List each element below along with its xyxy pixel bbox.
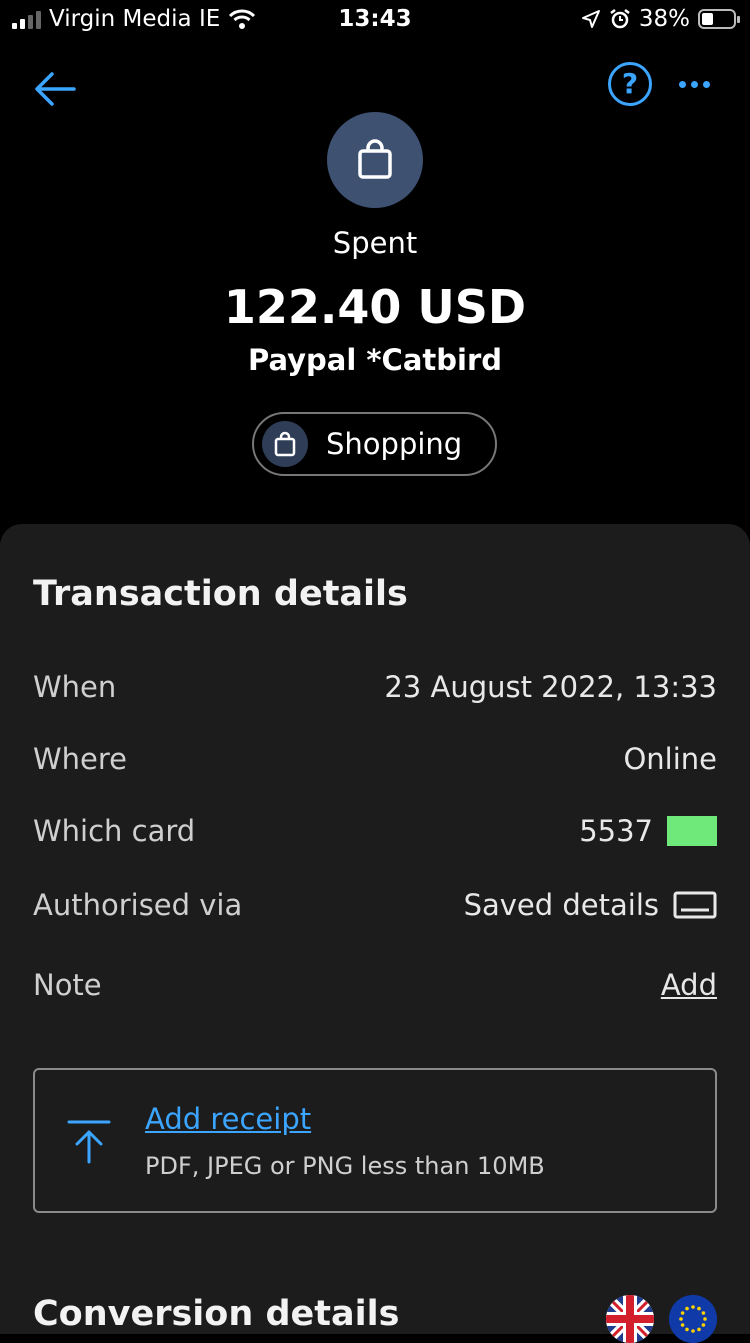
battery-fill [702, 13, 713, 25]
back-arrow-icon[interactable] [30, 64, 80, 114]
shopping-bag-icon [274, 431, 296, 457]
detail-row-when: When 23 August 2022, 13:33 [33, 662, 717, 712]
add-note-link[interactable]: Add [661, 968, 717, 1002]
category-chip[interactable]: Shopping [252, 412, 497, 476]
section-title-conversion-details: Conversion details [33, 1294, 400, 1334]
category-icon [262, 421, 308, 467]
status-right: 38% [581, 6, 740, 32]
eu-flag-icon [669, 1295, 717, 1343]
add-receipt-box[interactable]: Add receipt PDF, JPEG or PNG less than 1… [33, 1068, 717, 1213]
battery-icon [698, 9, 740, 29]
authorised-value: Saved details [463, 888, 659, 922]
upload-icon [67, 1120, 111, 1164]
uk-flag-icon [606, 1295, 654, 1343]
merchant-avatar [327, 112, 423, 208]
card-value-group: 5537 [579, 814, 717, 848]
merchant-name: Paypal *Catbird [247, 343, 503, 377]
more-options-button[interactable] [672, 62, 716, 106]
authorised-label: Authorised via [33, 888, 243, 922]
status-left: Virgin Media IE [12, 6, 256, 32]
when-label: When [33, 670, 117, 704]
carrier-label: Virgin Media IE [49, 6, 221, 32]
detail-row-authorised: Authorised via Saved details [33, 880, 717, 930]
when-value: 23 August 2022, 13:33 [384, 670, 717, 704]
note-label: Note [33, 968, 102, 1002]
help-icon: ? [621, 67, 639, 100]
add-receipt-link[interactable]: Add receipt [145, 1102, 311, 1136]
battery-percent: 38% [638, 6, 690, 32]
category-label: Shopping [326, 427, 463, 461]
details-panel: Transaction details When 23 August 2022,… [0, 524, 750, 1343]
transaction-type-label: Spent [332, 226, 418, 260]
top-nav: ? [0, 58, 750, 118]
status-bar: Virgin Media IE 13:43 38% [0, 0, 750, 40]
card-label: Which card [33, 814, 196, 848]
authorised-value-group: Saved details [464, 888, 717, 922]
wifi-icon [229, 9, 256, 29]
shopping-bag-icon [358, 139, 392, 179]
more-dot-icon [678, 80, 686, 88]
receipt-hint: PDF, JPEG or PNG less than 10MB [145, 1152, 545, 1180]
transaction-amount: 122.40 USD [223, 280, 527, 334]
alarm-icon [610, 9, 630, 29]
saved-card-icon [673, 891, 717, 919]
detail-row-where: Where Online [33, 734, 717, 784]
detail-row-card[interactable]: Which card 5537 [33, 806, 717, 856]
more-dot-icon [702, 80, 710, 88]
help-button[interactable]: ? [608, 62, 652, 106]
more-dot-icon [690, 80, 698, 88]
where-label: Where [33, 742, 128, 776]
where-value: Online [623, 742, 717, 776]
signal-icon [12, 9, 41, 29]
card-number: 5537 [579, 814, 653, 848]
section-title-transaction-details: Transaction details [33, 574, 408, 614]
location-arrow-icon [581, 10, 600, 28]
card-thumbnail [667, 816, 717, 846]
detail-row-note: Note Add [33, 960, 717, 1010]
